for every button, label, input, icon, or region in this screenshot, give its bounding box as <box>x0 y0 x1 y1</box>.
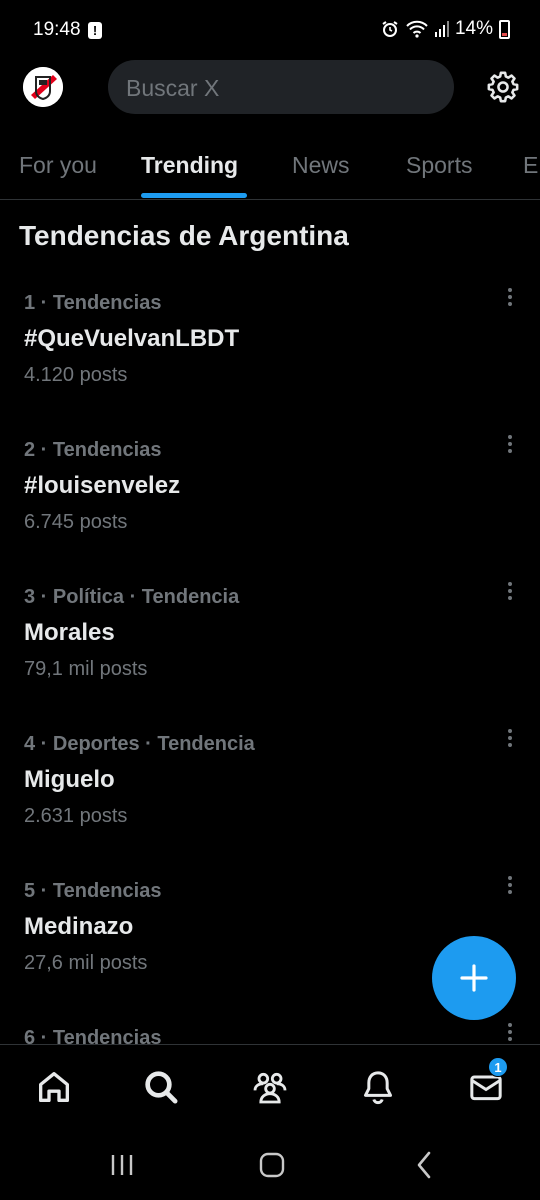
tab-for-you[interactable]: For you <box>19 152 97 179</box>
plus-icon <box>460 964 488 992</box>
signal-icon <box>434 21 449 37</box>
trend-meta: 2 · Tendencias <box>24 439 162 461</box>
more-options-icon[interactable] <box>500 578 520 608</box>
tab-news[interactable]: News <box>292 152 350 179</box>
recents-icon[interactable] <box>102 1148 142 1182</box>
notifications-icon[interactable] <box>358 1067 398 1107</box>
tab-trending[interactable]: Trending <box>141 152 238 179</box>
home-circle-icon[interactable] <box>252 1148 292 1182</box>
top-header: Buscar X <box>0 58 540 118</box>
trend-item[interactable]: 4 · Deportes · Tendencia Miguelo 2.631 p… <box>0 729 540 880</box>
search-input[interactable]: Buscar X <box>108 60 454 114</box>
trend-count: 6.745 posts <box>24 511 128 533</box>
trend-meta: 4 · Deportes · Tendencia <box>24 733 255 755</box>
back-icon[interactable] <box>404 1148 444 1182</box>
trend-name: Morales <box>24 619 115 646</box>
messages-icon[interactable]: 1 <box>466 1057 508 1107</box>
gear-icon[interactable] <box>486 70 520 104</box>
more-options-icon[interactable] <box>500 284 520 314</box>
status-bar: 19:48 ! 14% <box>0 0 540 60</box>
trend-meta: 1 · Tendencias <box>24 292 162 314</box>
trend-count: 79,1 mil posts <box>24 658 148 680</box>
explore-tabs: For you Trending News Sports E <box>0 140 540 200</box>
trend-name: #louisenvelez <box>24 472 181 499</box>
system-navigation-bar <box>0 1130 540 1200</box>
trend-item[interactable]: 2 · Tendencias #louisenvelez 6.745 posts <box>0 435 540 586</box>
home-icon[interactable] <box>34 1067 74 1107</box>
communities-icon[interactable] <box>250 1067 290 1107</box>
trend-name: Miguelo <box>24 766 115 793</box>
trend-item[interactable]: 3 · Política · Tendencia Morales 79,1 mi… <box>0 582 540 733</box>
trend-meta: 3 · Política · Tendencia <box>24 586 240 608</box>
trend-name: Medinazo <box>24 913 134 940</box>
more-options-icon[interactable] <box>500 725 520 755</box>
active-tab-indicator <box>141 193 247 198</box>
messages-badge: 1 <box>488 1057 508 1077</box>
alarm-icon <box>382 21 398 37</box>
river-plate-crest-icon[interactable] <box>23 67 63 107</box>
alert-notification-icon: ! <box>88 22 102 39</box>
status-time: 19:48 <box>33 19 81 40</box>
trend-item[interactable]: 1 · Tendencias #QueVuelvanLBDT 4.120 pos… <box>0 288 540 439</box>
section-title: Tendencias de Argentina <box>19 220 349 251</box>
trend-meta: 5 · Tendencias <box>24 880 162 902</box>
more-options-icon[interactable] <box>500 431 520 461</box>
bottom-nav: 1 <box>0 1044 540 1130</box>
battery-percent: 14% <box>454 18 493 39</box>
battery-icon <box>499 19 510 39</box>
search-placeholder: Buscar X <box>126 75 220 101</box>
trend-count: 4.120 posts <box>24 364 128 386</box>
trend-name: #QueVuelvanLBDT <box>24 325 240 352</box>
compose-post-button[interactable] <box>432 936 516 1020</box>
search-icon[interactable] <box>141 1067 181 1107</box>
status-icons: 14% <box>381 18 510 40</box>
tab-entertainment[interactable]: E <box>523 152 538 179</box>
wifi-icon <box>406 20 428 38</box>
more-options-icon[interactable] <box>500 872 520 902</box>
tab-sports[interactable]: Sports <box>406 152 472 179</box>
trend-count: 2.631 posts <box>24 805 128 827</box>
trend-count: 27,6 mil posts <box>24 952 148 974</box>
